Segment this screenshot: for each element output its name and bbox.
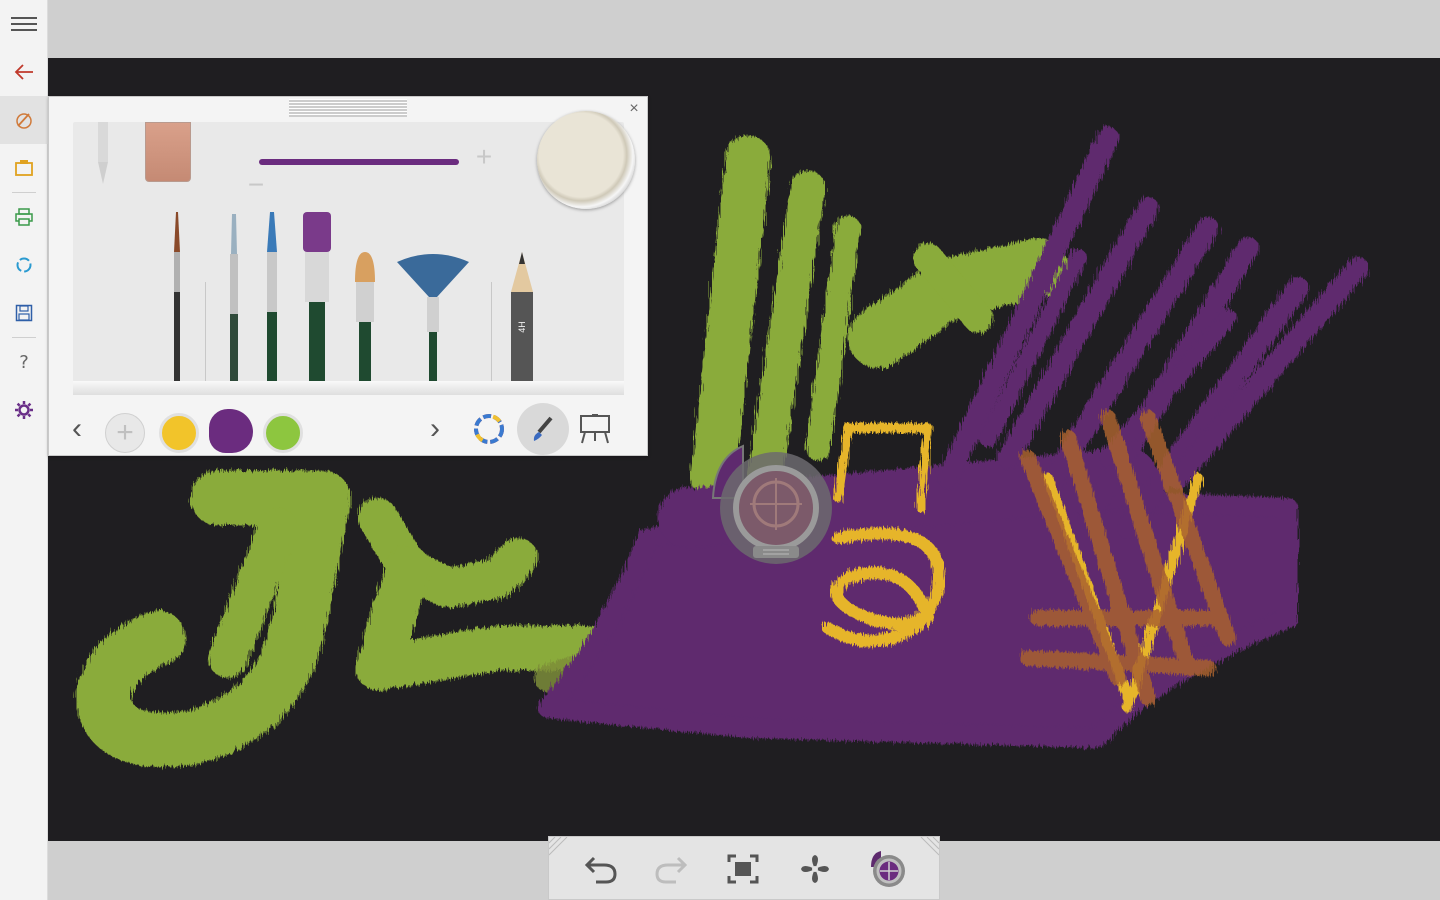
plus-icon: + <box>116 416 134 449</box>
color-wheel-button[interactable] <box>467 407 511 451</box>
print-button[interactable] <box>0 193 48 241</box>
decrease-brush-size-button[interactable]: − <box>243 171 269 199</box>
bottom-toolbar <box>548 836 940 900</box>
menu-button[interactable] <box>0 0 48 48</box>
panel-drag-handle[interactable] <box>289 99 407 117</box>
paint-well[interactable] <box>537 111 635 209</box>
toolbar-corner-grip <box>549 837 568 856</box>
palette-row: ‹ + › <box>49 403 649 455</box>
round-brush-thin[interactable] <box>221 214 247 382</box>
top-bar <box>48 0 1440 58</box>
brush-size-preview <box>259 159 459 165</box>
flat-brush-purple[interactable] <box>299 212 335 382</box>
color-swatch-yellow[interactable] <box>159 413 199 453</box>
tray-floor <box>73 381 624 395</box>
hamburger-icon <box>11 17 37 31</box>
palette-next-button[interactable]: › <box>413 407 457 451</box>
paint-tools-button[interactable] <box>0 96 48 144</box>
palette-knife-icon[interactable] <box>91 122 115 187</box>
filbert-brush[interactable] <box>351 252 379 382</box>
add-color-button[interactable]: + <box>105 413 145 453</box>
color-picker-button[interactable] <box>863 847 911 891</box>
clipboard-icon <box>15 160 33 176</box>
brush-mode-button[interactable] <box>517 403 569 455</box>
save-icon <box>15 304 33 322</box>
canvas-settings-button[interactable] <box>573 407 617 451</box>
fit-screen-icon <box>727 854 759 884</box>
printer-icon <box>15 208 33 226</box>
undo-button[interactable] <box>577 847 625 891</box>
back-button[interactable] <box>0 48 48 96</box>
help-button[interactable]: ? <box>0 338 48 386</box>
undo-icon <box>584 856 617 884</box>
gear-icon <box>15 401 33 419</box>
round-brush-fine[interactable] <box>163 212 193 382</box>
redo-icon <box>655 856 688 884</box>
brush-icon <box>533 416 553 441</box>
fan-icon <box>801 855 829 883</box>
left-sidebar: ? <box>0 0 48 900</box>
pencil-tool[interactable]: 4H <box>509 252 535 382</box>
eraser-tool[interactable] <box>145 122 191 182</box>
redo-button[interactable] <box>647 847 695 891</box>
dry-painting-button[interactable] <box>791 847 839 891</box>
paint-app: ? × − + 4H ‹ + › <box>0 0 1440 900</box>
arrow-left-icon <box>14 64 33 80</box>
round-brush-blue[interactable] <box>257 212 287 382</box>
brush-panel: × − + 4H ‹ + › <box>48 96 648 456</box>
settings-button[interactable] <box>0 386 48 434</box>
share-icon <box>16 257 32 273</box>
chevron-left-icon: ‹ <box>72 412 82 445</box>
pencil-hardness-label: 4H <box>517 321 527 333</box>
eyedropper-icon <box>711 444 832 564</box>
question-icon: ? <box>19 351 29 373</box>
increase-brush-size-button[interactable]: + <box>471 143 497 171</box>
color-wheel-icon <box>474 414 504 444</box>
color-swatch-purple[interactable] <box>209 409 253 453</box>
palette-prev-button[interactable]: ‹ <box>55 407 99 451</box>
toolbar-corner-grip <box>920 837 939 856</box>
canvas-color-picker-widget[interactable] <box>703 438 843 568</box>
close-panel-button[interactable]: × <box>625 100 643 118</box>
brush-icon <box>16 113 32 129</box>
fan-brush[interactable] <box>395 252 471 382</box>
tray-divider <box>491 282 492 382</box>
paste-button[interactable] <box>0 144 48 192</box>
tray-divider <box>205 282 206 382</box>
fit-to-screen-button[interactable] <box>719 847 767 891</box>
chevron-right-icon: › <box>430 412 440 445</box>
share-button[interactable] <box>0 241 48 289</box>
color-picker-icon <box>871 851 905 887</box>
save-button[interactable] <box>0 289 48 337</box>
easel-icon <box>580 414 610 444</box>
color-swatch-green[interactable] <box>263 413 303 453</box>
